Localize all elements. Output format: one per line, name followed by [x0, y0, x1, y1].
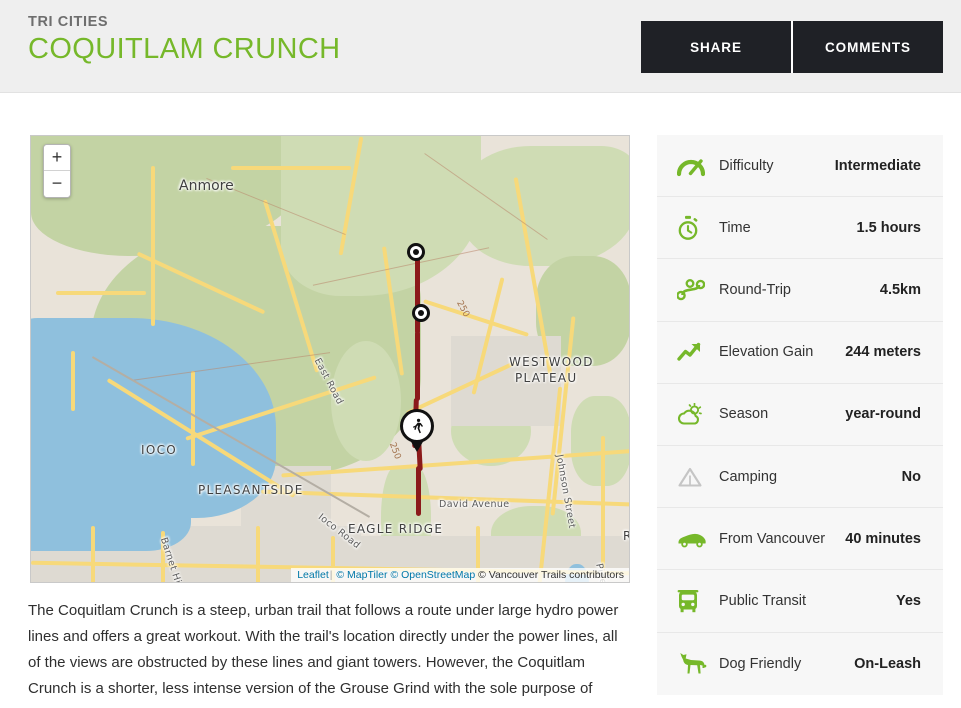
trail-hiker-marker[interactable]: [400, 409, 434, 443]
map-road: [151, 166, 155, 326]
info-label: Camping: [719, 468, 778, 485]
elevation-icon: [677, 341, 719, 363]
info-row-camping: Camping No: [657, 446, 943, 509]
map-forest: [331, 341, 401, 461]
info-value: 40 minutes: [845, 530, 921, 547]
trail-info-panel: Difficulty Intermediate Time 1.5 hours Round…: [657, 135, 943, 695]
map-road: [231, 166, 351, 170]
info-value: 1.5 hours: [856, 219, 921, 236]
leaflet-link[interactable]: Leaflet: [297, 569, 329, 581]
map-water: [31, 436, 191, 551]
maptiler-link[interactable]: © MapTiler: [336, 569, 387, 581]
info-label: Difficulty: [719, 157, 774, 174]
trail-description: The Coquitlam Crunch is a steep, urban t…: [28, 602, 619, 708]
car-icon: [677, 529, 719, 549]
map-zoom-control[interactable]: + −: [43, 144, 71, 198]
info-value: No: [901, 468, 921, 485]
zoom-in-button[interactable]: +: [44, 145, 70, 171]
hiker-icon: [412, 418, 423, 433]
map-attribution: Leaflet| © MapTiler © OpenStreetMap © Va…: [291, 568, 629, 582]
info-label: Time: [719, 219, 751, 236]
season-icon: [677, 402, 719, 426]
speedometer-icon: [677, 155, 719, 177]
map-road: [191, 371, 195, 466]
comments-button[interactable]: COMMENTS: [793, 21, 943, 73]
info-value: year-round: [845, 406, 921, 423]
info-label: Elevation Gain: [719, 344, 814, 361]
info-label: From Vancouver: [719, 530, 826, 547]
attribution-contributors: © Vancouver Trails contributors: [478, 569, 624, 581]
zoom-out-button[interactable]: −: [44, 171, 70, 197]
info-value: 4.5km: [879, 281, 921, 298]
info-value: Intermediate: [834, 157, 921, 174]
info-row-time: Time 1.5 hours: [657, 197, 943, 260]
dog-icon: [677, 652, 719, 676]
page-header: TRI CITIES COQUITLAM CRUNCH SHARE COMMEN…: [0, 0, 961, 93]
info-label: Season: [719, 406, 769, 423]
page-title: COQUITLAM CRUNCH: [28, 33, 341, 65]
info-row-difficulty: Difficulty Intermediate: [657, 135, 943, 198]
info-label: Public Transit: [719, 592, 807, 609]
map-road: [91, 526, 95, 582]
trail-map[interactable]: Anmore WESTWOOD PLATEAU IOCO PLEASANTSIDE EAG…: [30, 135, 630, 583]
info-label: Round-Trip: [719, 281, 791, 298]
map-road: [56, 291, 146, 295]
trail-route-segment: [415, 254, 420, 334]
info-value: Yes: [896, 592, 921, 609]
info-value: 244 meters: [845, 344, 921, 361]
map-road: [256, 526, 260, 582]
trail-route-segment: [416, 466, 421, 516]
header-titles: TRI CITIES COQUITLAM CRUNCH: [28, 14, 341, 66]
info-row-elevation-gain: Elevation Gain 244 meters: [657, 322, 943, 384]
map-canvas[interactable]: Anmore WESTWOOD PLATEAU IOCO PLEASANTSIDE EAG…: [31, 136, 629, 582]
header-actions: SHARE COMMENTS: [641, 21, 943, 73]
route-icon: [677, 279, 719, 301]
openstreetmap-link[interactable]: © OpenStreetMap: [390, 569, 475, 581]
info-row-round-trip: Round-Trip 4.5km: [657, 259, 943, 322]
info-row-dog-friendly: Dog Friendly On-Leash: [657, 633, 943, 695]
info-value: On-Leash: [854, 655, 921, 672]
info-row-season: Season year-round: [657, 384, 943, 446]
share-button[interactable]: SHARE: [641, 21, 791, 73]
breadcrumb[interactable]: TRI CITIES: [28, 14, 341, 30]
trail-start-marker[interactable]: [407, 243, 425, 261]
map-road: [601, 436, 605, 582]
info-label: Dog Friendly: [719, 655, 802, 672]
map-road: [161, 531, 165, 582]
stopwatch-icon: [677, 215, 719, 241]
attribution-separator: |: [329, 569, 333, 581]
trail-waypoint-marker[interactable]: [412, 304, 430, 322]
bus-icon: [677, 589, 719, 613]
trail-route-segment: [415, 331, 420, 401]
map-road: [71, 351, 75, 411]
tent-icon: [677, 466, 719, 488]
info-row-public-transit: Public Transit Yes: [657, 570, 943, 633]
info-row-from-vancouver: From Vancouver 40 minutes: [657, 508, 943, 571]
